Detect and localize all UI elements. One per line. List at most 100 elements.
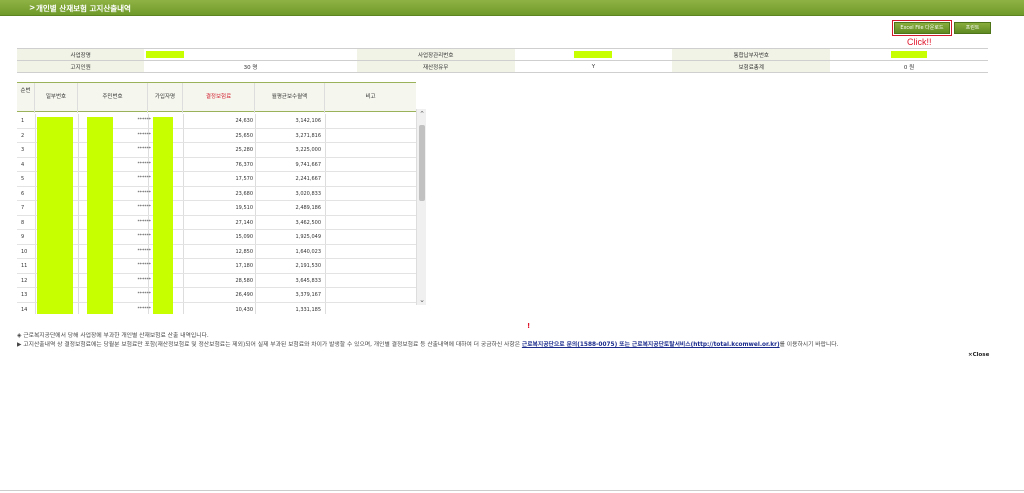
row-seq: 5 (21, 176, 25, 182)
premium-grid: 순번 일부번호 주민번호 가입자명 결정보험료 월평균보수월액 비고 1 ****… (17, 82, 416, 314)
table-row[interactable]: 2 ****** 25,650 3,271,816 (17, 129, 416, 143)
redaction-mask (574, 51, 613, 58)
row-rrn: ****** (137, 132, 152, 138)
row-seq: 9 (21, 234, 25, 240)
row-rrn: ****** (137, 263, 152, 268)
workplace-info-table: 사업장명 사업장관리번호 통합납부자번호 고지인원 30 명 재산정유무 Y 보… (17, 48, 988, 73)
table-row[interactable]: 13 ****** 26,490 3,379,167 (17, 288, 416, 303)
row-decided-premium: 26,490 (235, 292, 254, 298)
note-2-text: ▶ 고지산출내역 상 결정보험료에는 당월분 보험료만 포함(재산정보험료 및 … (17, 342, 522, 348)
bottom-divider (0, 490, 1024, 491)
note-1: ◈ 근로복지공단에서 당해 사업장에 부과한 개인별 산재보험료 산출 내역입니… (17, 333, 209, 339)
row-rrn: ****** (137, 176, 152, 181)
print-button[interactable]: 프린트 (954, 22, 991, 34)
excel-download-button[interactable]: Excel File 다운로드 (892, 20, 952, 36)
header-partial-no: 일부번호 (35, 83, 78, 113)
row-decided-premium: 10,430 (235, 306, 254, 313)
row-seq: 4 (21, 161, 25, 168)
row-decided-premium: 25,280 (235, 147, 254, 153)
table-row[interactable]: 11 ****** 17,180 2,191,530 (17, 259, 416, 274)
row-seq: 2 (21, 132, 25, 139)
footer-notes: ◈ 근로복지공단에서 당해 사업장에 부과한 개인별 산재보험료 산출 내역입니… (17, 332, 1017, 350)
row-decided-premium: 12,850 (235, 248, 254, 255)
row-decided-premium: 17,180 (235, 263, 254, 269)
row-decided-premium: 19,510 (235, 205, 254, 211)
table-row[interactable]: 14 ****** 10,430 1,331,185 (17, 303, 416, 315)
row-rrn: ****** (137, 306, 152, 312)
row-rrn: ****** (137, 190, 152, 196)
row-decided-premium: 76,370 (235, 161, 254, 168)
integrated-payer-no-label: 통합납부자번호 (672, 48, 831, 61)
row-decided-premium: 15,090 (235, 234, 254, 240)
row-rrn: ****** (137, 248, 152, 254)
row-rrn: ****** (137, 118, 152, 123)
row-seq: 3 (21, 147, 25, 153)
row-rrn: ****** (137, 234, 152, 239)
click-annotation: Click!! (907, 37, 932, 47)
note-2: ▶ 고지산출내역 상 결정보험료에는 당월분 보험료만 포함(재산정보험료 및 … (17, 341, 1017, 350)
note-2-tail: 를 이용하시기 바랍니다. (779, 342, 839, 348)
table-row[interactable]: 4 ****** 76,370 9,741,667 (17, 158, 416, 172)
row-avg-monthly-pay: 1,331,185 (295, 306, 321, 313)
workplace-mgmt-no-label: 사업장관리번호 (356, 48, 515, 61)
row-rrn: ****** (137, 147, 152, 152)
close-button[interactable]: ×Close (968, 352, 989, 358)
row-seq: 12 (21, 277, 28, 284)
table-row[interactable]: 5 ****** 17,570 2,241,667 (17, 172, 416, 187)
title-bar: > 개인별 산재보험 고지산출내역 (0, 0, 1024, 16)
table-row[interactable]: 12 ****** 28,580 3,645,833 (17, 274, 416, 288)
header-avg-monthly-pay: 월평균보수월액 (255, 83, 325, 113)
scroll-thumb[interactable] (419, 125, 425, 201)
row-rrn: ****** (137, 161, 152, 167)
redaction-mask (37, 117, 73, 314)
row-rrn: ****** (137, 205, 152, 210)
row-decided-premium: 27,140 (235, 219, 254, 226)
notice-persons-value: 30 명 (144, 60, 357, 73)
row-rrn: ****** (137, 277, 152, 283)
header-seq: 순번 (17, 83, 35, 113)
contact-link[interactable]: 근로복지공단으로 문의(1588-0075) 또는 근로복지공단토탈서비스(ht… (522, 342, 780, 348)
row-seq: 13 (21, 292, 28, 298)
table-row[interactable]: 9 ****** 15,090 1,925,049 (17, 230, 416, 245)
table-row[interactable]: 7 ****** 19,510 2,489,186 (17, 201, 416, 216)
row-avg-monthly-pay: 9,741,667 (295, 161, 321, 168)
integrated-payer-no-value (830, 48, 988, 61)
recalc-value: Y (514, 60, 673, 73)
chevron-right-icon: > (29, 3, 36, 12)
row-avg-monthly-pay: 2,241,667 (295, 176, 321, 182)
row-avg-monthly-pay: 3,271,816 (295, 132, 321, 139)
redaction-mask (87, 117, 113, 314)
table-row[interactable]: 6 ****** 23,680 3,020,833 (17, 187, 416, 201)
table-row[interactable]: 10 ****** 12,850 1,640,023 (17, 245, 416, 259)
row-avg-monthly-pay: 3,020,833 (295, 190, 321, 197)
row-seq: 8 (21, 219, 25, 226)
table-row[interactable]: 8 ****** 27,140 3,462,500 (17, 216, 416, 230)
grid-scrollbar[interactable]: ⌃ ⌄ (416, 109, 426, 305)
row-decided-premium: 28,580 (235, 277, 254, 284)
alert-mark: ! (527, 322, 531, 330)
table-row[interactable]: 3 ****** 25,280 3,225,000 (17, 143, 416, 158)
row-avg-monthly-pay: 1,925,049 (295, 234, 321, 240)
grid-body: 1 ****** 24,630 3,142,106 2 ****** 25,650 3,271… (17, 114, 416, 314)
row-rrn: ****** (137, 292, 152, 297)
workplace-mgmt-no-value (514, 48, 673, 61)
scroll-down-icon[interactable]: ⌄ (417, 295, 427, 305)
row-seq: 10 (21, 248, 28, 255)
header-remarks: 비고 (365, 94, 376, 100)
row-seq: 7 (21, 205, 25, 211)
workplace-name-label: 사업장명 (17, 48, 145, 61)
page-title: 개인별 산재보험 고지산출내역 (36, 4, 131, 13)
scroll-up-icon[interactable]: ⌃ (417, 109, 427, 119)
total-premium-value: 0 원 (830, 60, 988, 73)
grid-header: 순번 일부번호 주민번호 가입자명 결정보험료 월평균보수월액 비고 (17, 82, 416, 113)
notice-persons-label: 고지인원 (17, 60, 145, 73)
redaction-mask (146, 51, 185, 58)
row-decided-premium: 23,680 (235, 190, 254, 197)
header-member-name: 가입자명 (148, 83, 183, 113)
close-label: Close (972, 352, 990, 358)
table-row[interactable]: 1 ****** 24,630 3,142,106 (17, 114, 416, 129)
row-avg-monthly-pay: 1,640,023 (295, 248, 321, 255)
total-premium-label: 보험료총계 (672, 60, 831, 73)
row-seq: 6 (21, 190, 25, 197)
recalc-label: 재산정유무 (356, 60, 515, 73)
